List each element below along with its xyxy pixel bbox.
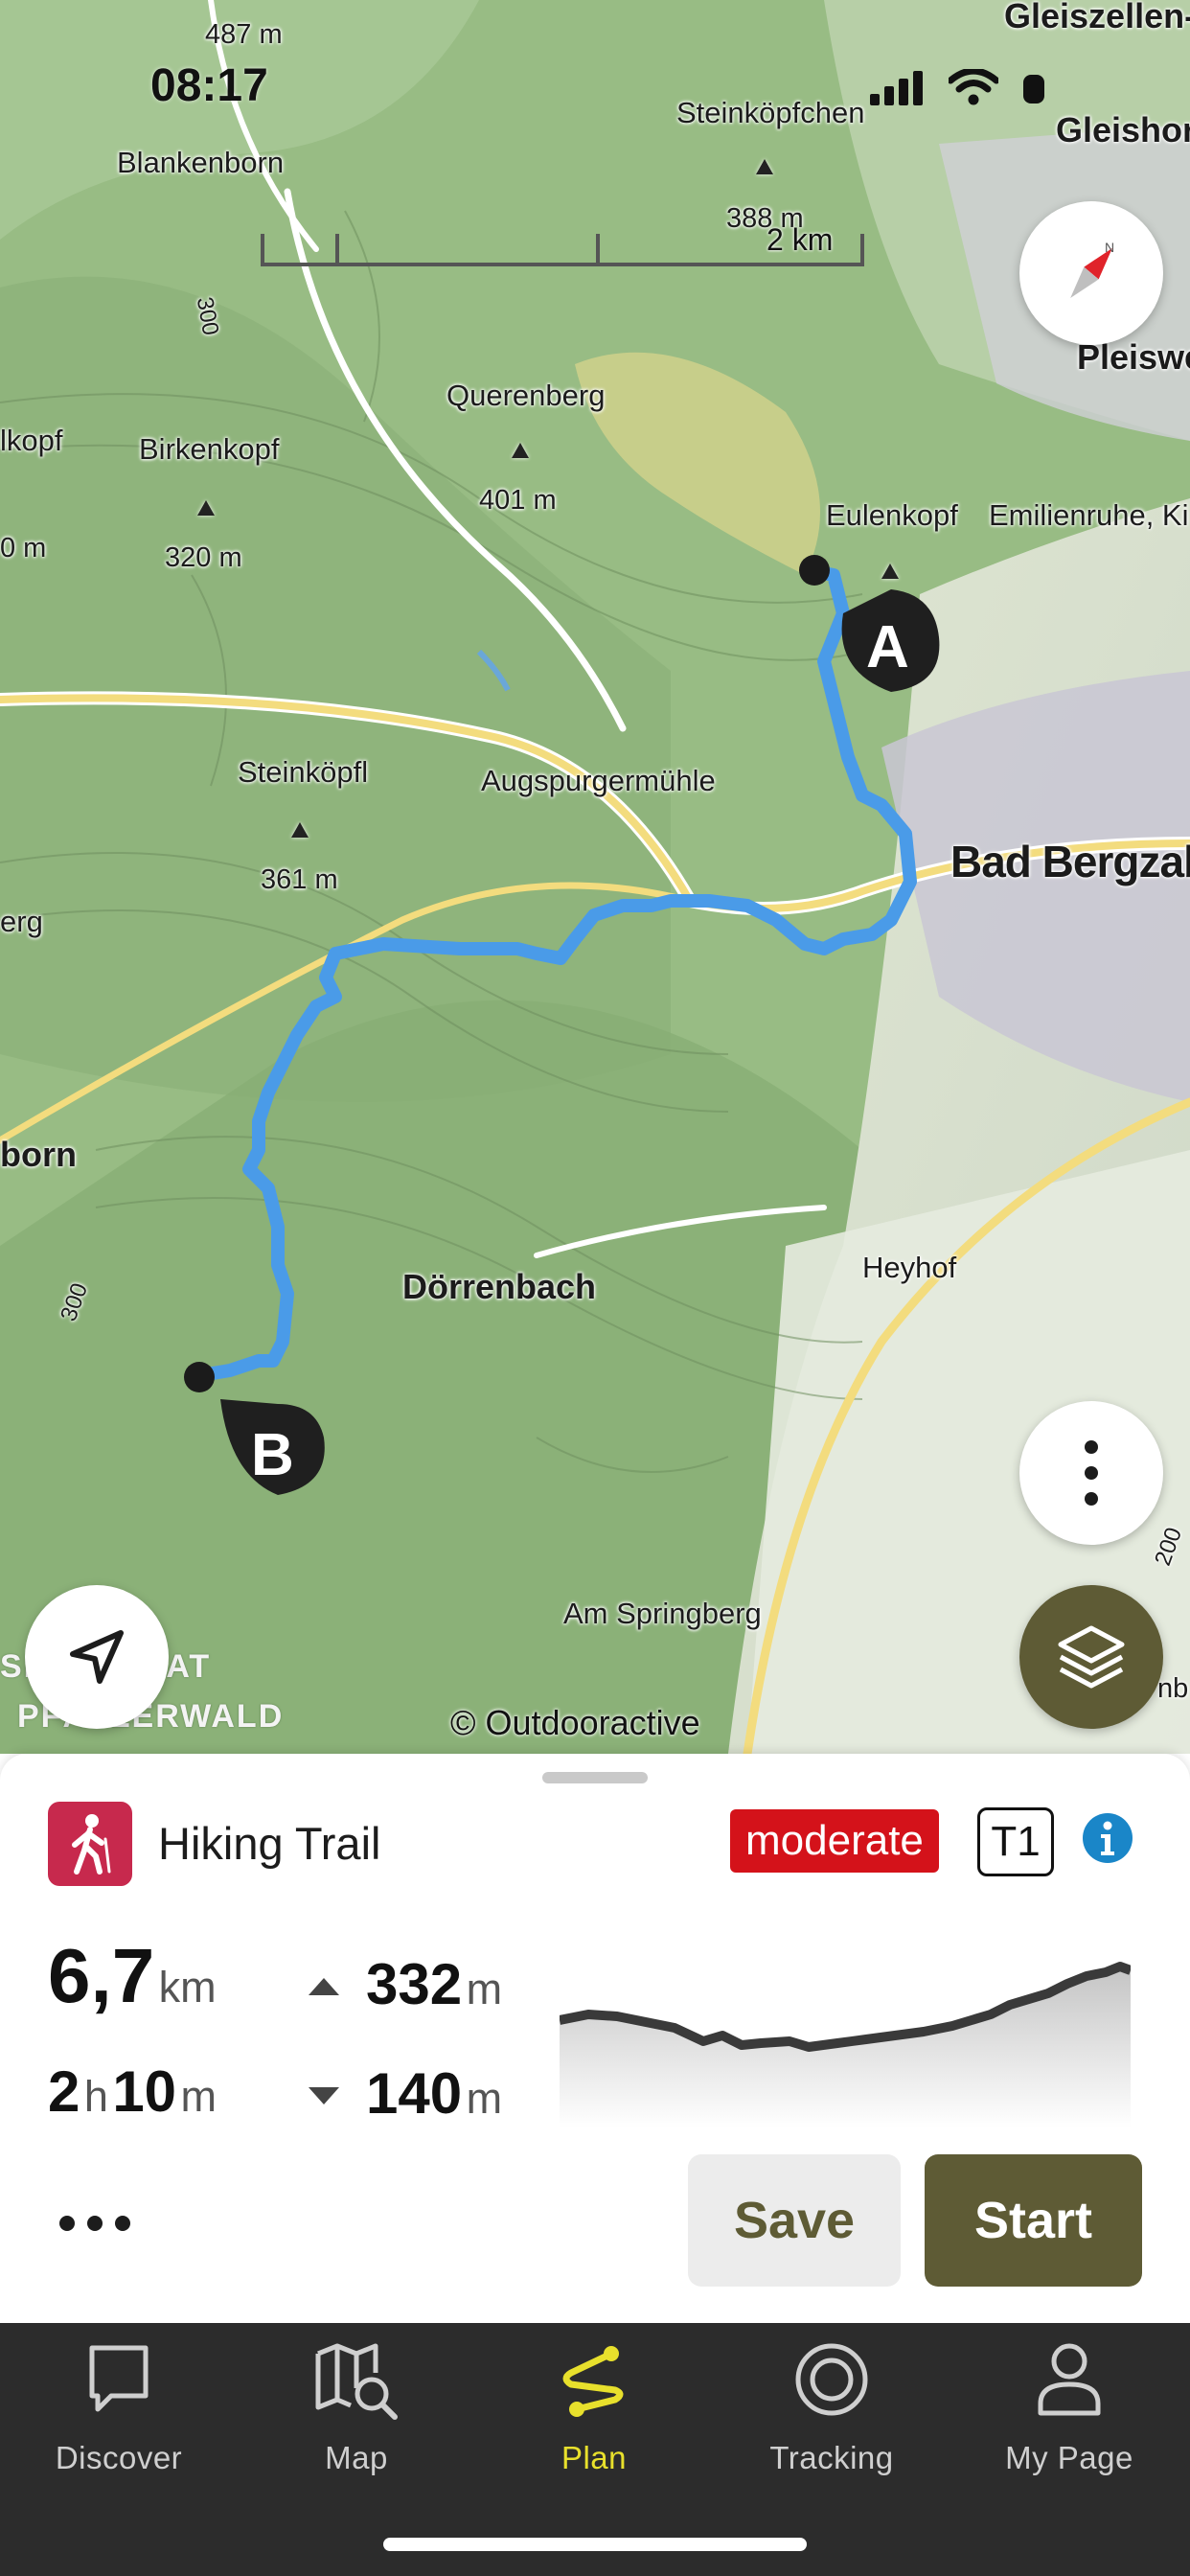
elevation-profile[interactable] — [560, 1936, 1131, 2128]
label-blankenborn: Blankenborn — [117, 146, 285, 179]
label-steinkoepfl: Steinköpfl — [238, 755, 369, 789]
status-icons — [870, 69, 1046, 105]
ascent-arrow-icon — [309, 1978, 339, 1995]
route-plan-icon — [562, 2346, 624, 2417]
distance-stat: 6,7 km — [48, 1932, 217, 2020]
battery-icon — [1023, 75, 1044, 104]
compass-icon: N — [1070, 240, 1114, 299]
label-elev-487: 487 m — [205, 19, 283, 50]
svg-text:N: N — [1105, 240, 1114, 255]
marker-a-label: A — [866, 614, 909, 680]
peak-icon — [756, 159, 773, 174]
tab-map[interactable]: Map — [238, 2323, 475, 2476]
more-options-button[interactable] — [59, 2204, 136, 2242]
tracking-target-icon — [795, 2343, 868, 2416]
ascent-unit: m — [466, 1965, 503, 2013]
label-birkenkopf: Birkenkopf — [139, 432, 280, 466]
duration-hours: 2 — [48, 2059, 80, 2124]
label-birkenkopf-elev: 320 m — [165, 542, 242, 573]
label-am-springberg: Am Springberg — [563, 1597, 762, 1630]
label-emilienruhe: Emilienruhe, Ki — [989, 498, 1189, 532]
tab-plan[interactable]: Plan — [475, 2323, 713, 2476]
route-end-dot — [184, 1362, 215, 1392]
sac-scale-badge: T1 — [977, 1807, 1054, 1876]
label-gleishorb: Gleishorb — [1056, 110, 1190, 150]
map-attribution[interactable]: © Outdooractive — [450, 1703, 700, 1743]
label-querenberg-elev: 401 m — [479, 485, 557, 516]
map-layers-button[interactable] — [1019, 1585, 1163, 1729]
map-view[interactable]: A B Gleiszellen-G Gleishorb Pleiswe Blan… — [0, 0, 1190, 1754]
scale-label: 2 km — [767, 222, 834, 257]
label-steinkoepfchen: Steinköpfchen — [676, 96, 865, 129]
label-bad-bergzabern: Bad Bergzab — [950, 837, 1190, 886]
duration-hours-unit: h — [83, 2072, 108, 2121]
duration-stat: 2 h 10 m — [48, 2058, 217, 2125]
info-icon[interactable] — [1081, 1811, 1134, 1865]
hiking-icon — [48, 1802, 132, 1886]
label-born: born — [0, 1135, 77, 1174]
distance-unit: km — [158, 1963, 217, 2012]
status-time: 08:17 — [150, 60, 268, 111]
peak-icon — [881, 564, 899, 579]
ascent-stat: 332 m — [366, 1951, 502, 2017]
label-lkopf: lkopf — [0, 424, 63, 457]
label-steinkoepfl-elev: 361 m — [261, 864, 338, 895]
descent-stat: 140 m — [366, 2060, 502, 2127]
tab-label: Tracking — [769, 2440, 894, 2475]
label-gleiszellen: Gleiszellen-G — [1004, 0, 1190, 35]
label-m-left: 0 m — [0, 533, 47, 564]
descent-arrow-icon — [309, 2087, 339, 2104]
tab-my-page[interactable]: My Page — [950, 2323, 1188, 2476]
label-nb: nb — [1157, 1673, 1189, 1704]
label-heyhof: Heyhof — [862, 1251, 957, 1284]
location-arrow-icon — [70, 1630, 124, 1684]
peak-icon — [197, 500, 215, 516]
sheet-grabber[interactable] — [542, 1772, 648, 1783]
map-more-button[interactable] — [1019, 1401, 1163, 1545]
tab-tracking[interactable]: Tracking — [713, 2323, 950, 2476]
person-icon — [1038, 2343, 1101, 2416]
descent-unit: m — [466, 2074, 503, 2123]
duration-minutes: 10 — [112, 2059, 177, 2124]
locate-me-button[interactable] — [25, 1585, 169, 1729]
descent-value: 140 — [366, 2061, 463, 2126]
cellular-signal-icon — [870, 71, 923, 105]
tab-label: My Page — [1005, 2440, 1133, 2475]
tab-label: Map — [325, 2440, 388, 2475]
duration-minutes-unit: m — [180, 2072, 217, 2121]
marker-b-label: B — [251, 1422, 294, 1488]
speech-bubble-icon — [89, 2345, 149, 2412]
compass-button[interactable]: N — [1019, 201, 1163, 345]
label-doerrenbach: Dörrenbach — [402, 1267, 597, 1306]
map-search-icon — [315, 2343, 398, 2420]
label-querenberg: Querenberg — [446, 379, 606, 412]
difficulty-badge: moderate — [730, 1809, 939, 1873]
start-button[interactable]: Start — [925, 2154, 1142, 2287]
wifi-icon — [949, 69, 998, 105]
activity-label: Hiking Trail — [158, 1818, 381, 1869]
tab-label: Plan — [561, 2440, 628, 2475]
ascent-value: 332 — [366, 1952, 463, 2016]
save-button[interactable]: Save — [688, 2154, 901, 2287]
vertical-dots-icon — [1085, 1440, 1098, 1506]
layers-icon — [1058, 1625, 1125, 1689]
distance-value: 6,7 — [48, 1933, 155, 2018]
tab-label: Discover — [55, 2440, 183, 2475]
label-eulenkopf: Eulenkopf — [826, 498, 958, 532]
label-erg: erg — [0, 905, 43, 938]
tab-discover[interactable]: Discover — [0, 2323, 238, 2476]
peak-icon — [512, 443, 529, 458]
tab-bar: Discover Map Plan Tracking My Page — [0, 2323, 1190, 2576]
peak-icon — [291, 822, 309, 838]
home-indicator[interactable] — [383, 2538, 807, 2551]
route-start-dot — [799, 555, 830, 586]
label-augspurgermuehle: Augspurgermühle — [481, 764, 716, 797]
